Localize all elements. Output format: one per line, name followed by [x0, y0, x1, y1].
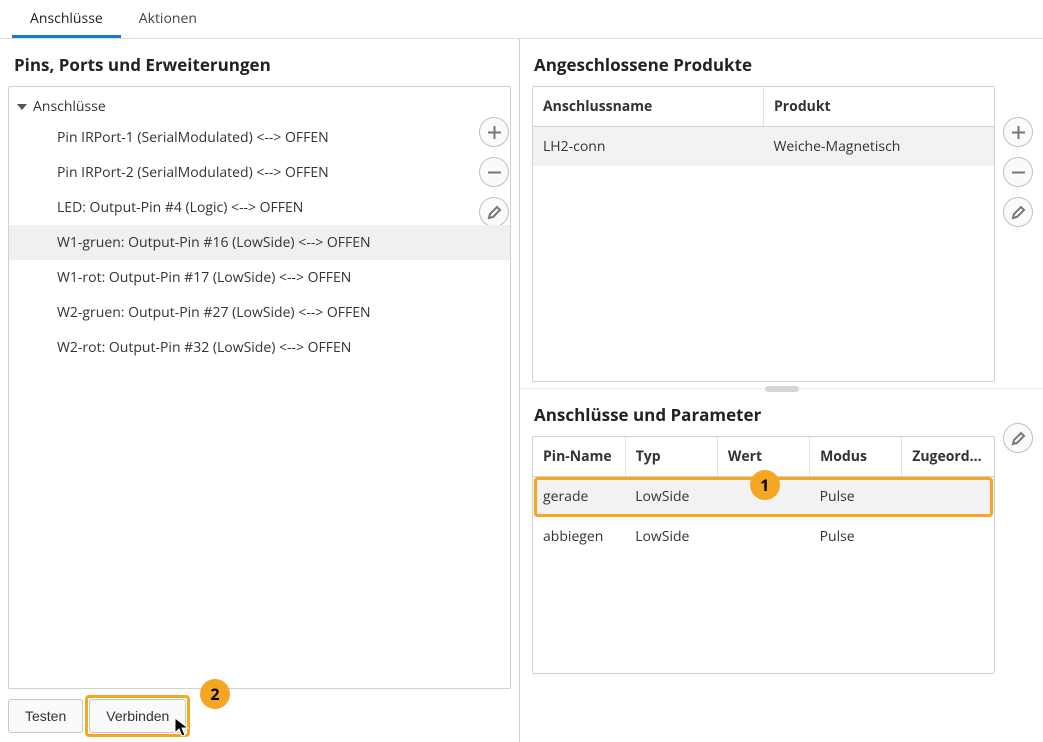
table-cell: Pulse	[810, 517, 902, 557]
minus-icon	[1011, 165, 1026, 180]
params-action-buttons	[1003, 423, 1033, 453]
table-cell	[717, 477, 809, 517]
pencil-icon	[1011, 205, 1026, 220]
products-header-product[interactable]: Produkt	[764, 87, 995, 127]
table-cell: LH2-conn	[533, 127, 764, 167]
table-cell: gerade	[533, 477, 625, 517]
table-cell: abbiegen	[533, 517, 625, 557]
tree-root-node[interactable]: Anschlüsse	[9, 93, 510, 120]
tree-item[interactable]: W1-gruen: Output-Pin #16 (LowSide) <--> …	[9, 225, 510, 260]
vertical-splitter[interactable]	[765, 386, 799, 392]
params-table-wrap: Pin-Name Typ Wert Modus Zugeord... gerad…	[532, 436, 995, 674]
pencil-icon	[1011, 431, 1026, 446]
products-table: Anschlussname Produkt LH2-connWeiche-Mag…	[533, 87, 994, 166]
table-cell: Pulse	[810, 477, 902, 517]
products-header-name[interactable]: Anschlussname	[533, 87, 764, 127]
table-cell	[717, 517, 809, 557]
main-split: Pins, Ports und Erweiterungen Anschlüsse…	[0, 39, 1043, 742]
tree-item[interactable]: W2-rot: Output-Pin #32 (LowSide) <--> OF…	[9, 330, 510, 365]
edit-product-button[interactable]	[1003, 197, 1033, 227]
remove-product-button[interactable]	[1003, 157, 1033, 187]
tab-bar: Anschlüsse Aktionen	[0, 0, 1043, 39]
products-title: Angeschlossene Produkte	[520, 39, 1043, 86]
table-cell	[902, 517, 994, 557]
table-cell: LowSide	[625, 477, 717, 517]
tab-connections[interactable]: Anschlüsse	[12, 0, 121, 38]
products-section: Angeschlossene Produkte Anschlus	[520, 39, 1043, 388]
params-header-type[interactable]: Typ	[625, 437, 717, 477]
right-pane: Angeschlossene Produkte Anschlus	[520, 39, 1043, 742]
plus-icon	[1011, 125, 1026, 140]
left-pane: Pins, Ports und Erweiterungen Anschlüsse…	[0, 39, 520, 742]
test-button[interactable]: Testen	[8, 699, 83, 733]
params-title: Anschlüsse und Parameter	[520, 389, 1043, 436]
products-table-wrap: Anschlussname Produkt LH2-connWeiche-Mag…	[532, 86, 995, 382]
chevron-down-icon	[17, 104, 27, 110]
params-header-assigned[interactable]: Zugeord...	[902, 437, 994, 477]
table-cell: Weiche-Magnetisch	[764, 127, 995, 167]
connect-button[interactable]: Verbinden	[89, 699, 186, 733]
table-row[interactable]: geradeLowSide Pulse	[533, 477, 994, 517]
edit-param-button[interactable]	[1003, 423, 1033, 453]
params-section: Anschlüsse und Parameter Pin-Name Typ	[520, 388, 1043, 742]
params-header-pin[interactable]: Pin-Name	[533, 437, 625, 477]
tree-item[interactable]: Pin IRPort-2 (SerialModulated) <--> OFFE…	[9, 155, 510, 190]
tree-item[interactable]: W2-gruen: Output-Pin #27 (LowSide) <--> …	[9, 295, 510, 330]
tree-item[interactable]: W1-rot: Output-Pin #17 (LowSide) <--> OF…	[9, 260, 510, 295]
pin-tree[interactable]: Anschlüsse Pin IRPort-1 (SerialModulated…	[8, 86, 511, 689]
params-header-value[interactable]: Wert	[717, 437, 809, 477]
params-table: Pin-Name Typ Wert Modus Zugeord... gerad…	[533, 437, 994, 556]
tree-root-label: Anschlüsse	[33, 97, 106, 116]
table-cell: LowSide	[625, 517, 717, 557]
table-cell	[902, 477, 994, 517]
tree-item[interactable]: Pin IRPort-1 (SerialModulated) <--> OFFE…	[9, 120, 510, 155]
tab-actions[interactable]: Aktionen	[121, 0, 215, 38]
table-row[interactable]: abbiegenLowSide Pulse	[533, 517, 994, 557]
tree-item[interactable]: LED: Output-Pin #4 (Logic) <--> OFFEN	[9, 190, 510, 225]
left-button-row: Testen Verbinden 2	[0, 689, 519, 742]
products-action-buttons	[1003, 117, 1033, 227]
table-row[interactable]: LH2-connWeiche-Magnetisch	[533, 127, 994, 167]
params-header-mode[interactable]: Modus	[810, 437, 902, 477]
left-pane-title: Pins, Ports und Erweiterungen	[0, 39, 519, 86]
add-product-button[interactable]	[1003, 117, 1033, 147]
